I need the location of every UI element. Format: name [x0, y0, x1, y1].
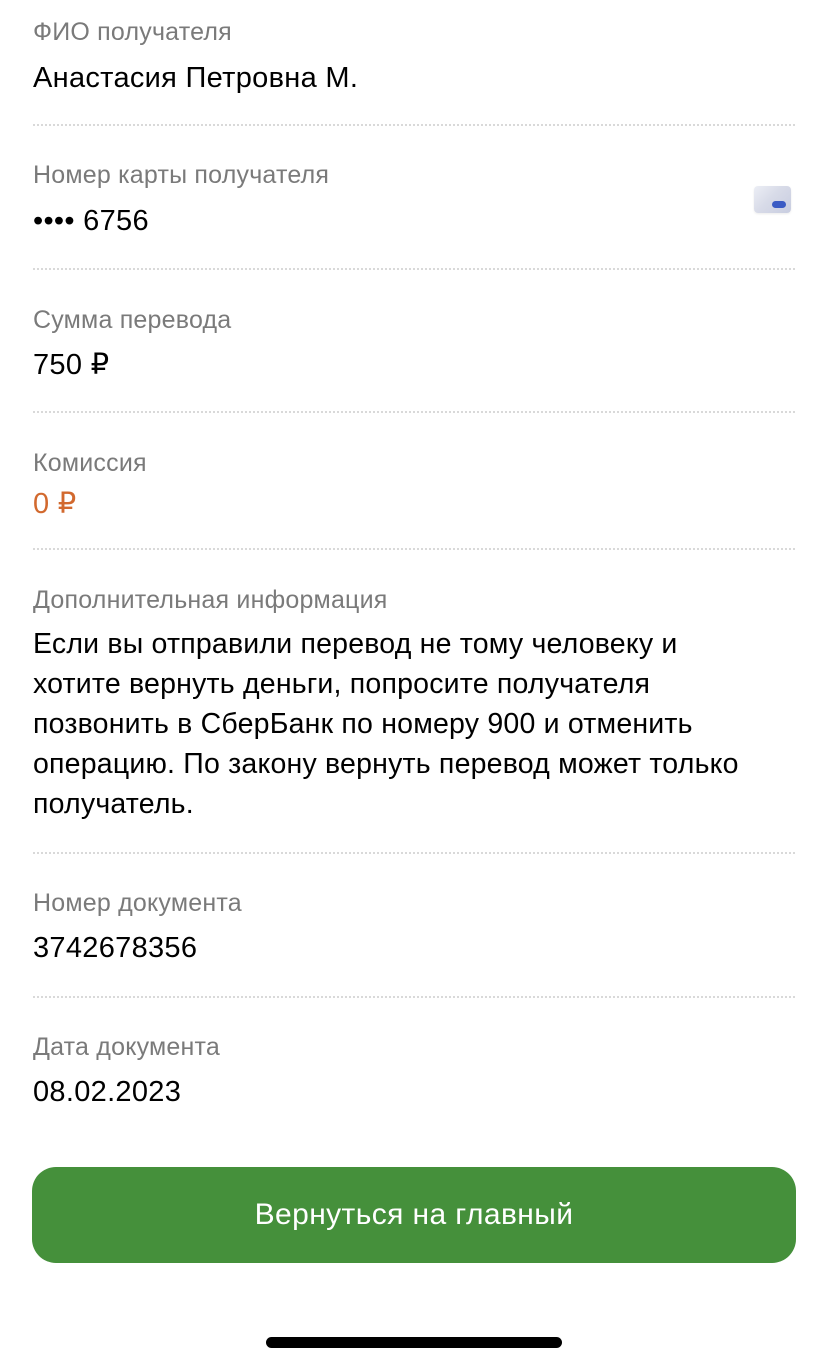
- card-chip: [772, 201, 786, 208]
- commission-label: Комиссия: [33, 449, 147, 477]
- card-number-value: •••• 6756: [33, 205, 149, 237]
- amount-field: Сумма перевода 750 ₽: [33, 305, 795, 383]
- transfer-details-screen: ФИО получателя Анастасия Петровна М. Ном…: [0, 0, 828, 1363]
- divider: [33, 548, 795, 550]
- additional-info-field: Дополнительная информация Если вы отправ…: [33, 585, 795, 824]
- document-date-label: Дата документа: [33, 1033, 221, 1061]
- bank-card-icon: [754, 186, 791, 213]
- document-date-field: Дата документа 08.02.2023: [33, 1032, 795, 1110]
- divider: [33, 996, 795, 998]
- document-number-value: 3742678356: [33, 932, 198, 964]
- divider: [33, 268, 795, 270]
- divider: [33, 124, 795, 126]
- divider: [33, 411, 795, 413]
- document-number-label: Номер документа: [33, 889, 242, 917]
- card-number-label: Номер карты получателя: [33, 161, 330, 189]
- recipient-name-label: ФИО получателя: [33, 18, 232, 46]
- amount-value: 750 ₽: [33, 349, 110, 381]
- recipient-name-value: Анастасия Петровна М.: [33, 62, 359, 94]
- additional-info-label: Дополнительная информация: [33, 586, 388, 614]
- home-indicator[interactable]: [266, 1337, 562, 1348]
- commission-value: 0 ₽: [33, 488, 77, 520]
- commission-field: Комиссия 0 ₽: [33, 448, 795, 522]
- document-date-value: 08.02.2023: [33, 1076, 182, 1108]
- divider: [33, 852, 795, 854]
- card-number-field: Номер карты получателя •••• 6756: [33, 160, 795, 239]
- back-to-home-button[interactable]: Вернуться на главный: [32, 1167, 796, 1263]
- recipient-name-field: ФИО получателя Анастасия Петровна М.: [33, 17, 795, 96]
- document-number-field: Номер документа 3742678356: [33, 888, 795, 966]
- additional-info-text: Если вы отправили перевод не тому челове…: [33, 628, 739, 820]
- amount-label: Сумма перевода: [33, 306, 232, 334]
